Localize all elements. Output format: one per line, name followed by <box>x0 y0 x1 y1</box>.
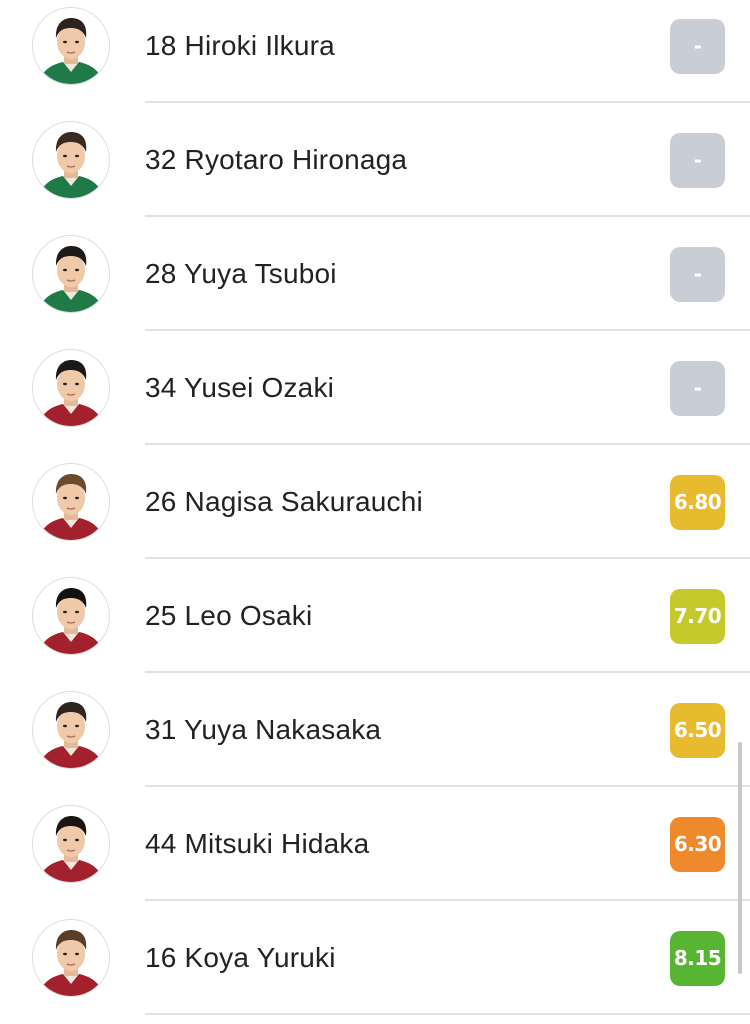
player-name: 34 Yusei Ozaki <box>145 331 334 445</box>
player-number: 18 <box>145 30 185 61</box>
player-name: 16 Koya Yuruki <box>145 901 336 1015</box>
player-avatar <box>32 691 110 769</box>
rating-badge: 8.15 <box>670 931 725 986</box>
rating-badge: 6.30 <box>670 817 725 872</box>
player-number: 28 <box>145 258 185 289</box>
player-number: 44 <box>145 828 185 859</box>
player-full-name: Mitsuki Hidaka <box>184 828 370 859</box>
player-number: 34 <box>145 372 185 403</box>
player-full-name: Nagisa Sakurauchi <box>184 486 423 517</box>
player-full-name: Hiroki Ilkura <box>184 30 335 61</box>
scrollbar[interactable] <box>738 742 742 974</box>
rating-badge: 7.70 <box>670 589 725 644</box>
player-row[interactable]: 44 Mitsuki Hidaka 6.30 <box>0 787 750 901</box>
rating-badge: - <box>670 247 725 302</box>
rating-badge: 6.50 <box>670 703 725 758</box>
player-avatar <box>32 349 110 427</box>
rating-badge: - <box>670 19 725 74</box>
player-row[interactable]: 34 Yusei Ozaki - <box>0 331 750 445</box>
rating-badge: - <box>670 361 725 416</box>
player-number: 26 <box>145 486 185 517</box>
player-full-name: Yuya Nakasaka <box>184 714 382 745</box>
player-name: 25 Leo Osaki <box>145 559 312 673</box>
player-name: 32 Ryotaro Hironaga <box>145 103 407 217</box>
player-avatar <box>32 7 110 85</box>
player-name: 31 Yuya Nakasaka <box>145 673 381 787</box>
player-full-name: Ryotaro Hironaga <box>184 144 408 175</box>
player-row[interactable]: 18 Hiroki Ilkura - <box>0 0 750 103</box>
player-avatar <box>32 919 110 997</box>
player-number: 25 <box>145 600 185 631</box>
player-row[interactable]: 31 Yuya Nakasaka 6.50 <box>0 673 750 787</box>
player-number: 32 <box>145 144 185 175</box>
player-full-name: Koya Yuruki <box>184 942 336 973</box>
player-full-name: Yuya Tsuboi <box>184 258 337 289</box>
player-full-name: Yusei Ozaki <box>184 372 335 403</box>
player-row[interactable]: 26 Nagisa Sakurauchi 6.80 <box>0 445 750 559</box>
player-name: 28 Yuya Tsuboi <box>145 217 337 331</box>
rating-badge: 6.80 <box>670 475 725 530</box>
player-avatar <box>32 463 110 541</box>
player-list: 18 Hiroki Ilkura - 32 Ryotaro Hironaga -… <box>0 0 750 1015</box>
row-divider <box>145 1013 750 1015</box>
player-avatar <box>32 235 110 313</box>
player-number: 16 <box>145 942 185 973</box>
rating-badge: - <box>670 133 725 188</box>
player-row[interactable]: 25 Leo Osaki 7.70 <box>0 559 750 673</box>
player-row[interactable]: 28 Yuya Tsuboi - <box>0 217 750 331</box>
player-row[interactable]: 32 Ryotaro Hironaga - <box>0 103 750 217</box>
player-avatar <box>32 577 110 655</box>
player-row[interactable]: 16 Koya Yuruki 8.15 <box>0 901 750 1015</box>
player-name: 44 Mitsuki Hidaka <box>145 787 369 901</box>
player-avatar <box>32 805 110 883</box>
player-number: 31 <box>145 714 185 745</box>
player-name: 26 Nagisa Sakurauchi <box>145 445 423 559</box>
player-name: 18 Hiroki Ilkura <box>145 0 335 103</box>
player-full-name: Leo Osaki <box>184 600 313 631</box>
player-avatar <box>32 121 110 199</box>
